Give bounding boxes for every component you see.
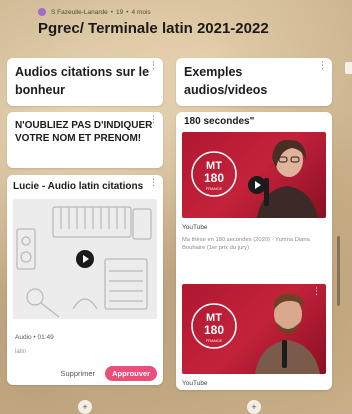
likes-count: 19	[116, 8, 124, 16]
board-header: S Fazeulle-Lanarde • 19 • 4 mois Pgrec/ …	[0, 0, 352, 50]
speaker-photo-icon	[255, 293, 320, 374]
more-menu-icon[interactable]: ⋮	[318, 61, 327, 70]
column-header-exemples[interactable]: Exemples audios/videos ⋮	[176, 58, 332, 106]
more-menu-icon[interactable]: ⋮	[149, 115, 158, 124]
post-note[interactable]: N'OUBLIEZ PAS D'INDIQUER VOTRE NOM ET PR…	[7, 112, 163, 168]
board-title: Pgrec/ Terminale latin 2021-2022	[38, 20, 269, 37]
more-menu-icon[interactable]: ⋮	[149, 178, 158, 187]
post-note-text: N'OUBLIEZ PAS D'INDIQUER VOTRE NOM ET PR…	[15, 120, 153, 144]
speaker-photo-icon	[257, 139, 318, 218]
play-icon[interactable]	[76, 250, 94, 268]
more-menu-icon[interactable]: ⋮	[312, 287, 321, 296]
moderation-actions: Supprimer Approuver	[7, 366, 163, 381]
add-post-button[interactable]: +	[78, 400, 92, 414]
author-avatar[interactable]	[38, 8, 46, 16]
logo-france: FRANCE	[206, 186, 223, 191]
post-audio[interactable]: Lucie - Audio latin citations ⋮ Audio • …	[7, 175, 163, 385]
author-name[interactable]: S Fazeulle-Lanarde	[51, 9, 108, 16]
post-heading: 180 secondes"	[184, 116, 255, 127]
video-thumbnail[interactable]: MT 180 FRANCE	[182, 132, 326, 218]
delete-button[interactable]: Supprimer	[56, 366, 99, 381]
post-title: Lucie - Audio latin citations	[13, 181, 144, 192]
next-column-edge[interactable]	[345, 62, 352, 74]
column-scrollbar[interactable]	[337, 236, 340, 306]
mt180-logo-icon: MT 180 FRANCE	[191, 151, 237, 197]
approve-button[interactable]: Approuver	[105, 366, 157, 381]
video-source: YouTube	[182, 224, 208, 231]
logo-180: 180	[204, 323, 224, 337]
time-ago: 4 mois	[131, 8, 151, 16]
audio-thumbnail[interactable]	[13, 199, 157, 319]
post-videos[interactable]: 180 secondes" MT 180 FRANCE YouTube Ma t…	[176, 112, 332, 390]
column-header-audios[interactable]: Audios citations sur le bonheur ⋮	[7, 58, 163, 106]
board-meta: S Fazeulle-Lanarde • 19 • 4 mois	[38, 8, 151, 16]
video-source: YouTube	[182, 380, 208, 387]
logo-180: 180	[204, 171, 224, 185]
column-title: Exemples audios/videos	[184, 65, 268, 97]
play-icon[interactable]	[248, 176, 266, 194]
column-title: Audios citations sur le bonheur	[15, 65, 150, 97]
logo-france: FRANCE	[206, 338, 223, 343]
video-thumbnail[interactable]: MT 180 FRANCE ⋮	[182, 284, 326, 374]
audio-meta: Audio • 01:49	[15, 334, 54, 341]
video-caption[interactable]: Ma thèse en 180 secondes (2020) - Yumna …	[182, 236, 326, 252]
mt180-logo-icon: MT 180 FRANCE	[191, 303, 237, 349]
post-subtitle: latin	[15, 349, 27, 355]
more-menu-icon[interactable]: ⋮	[149, 61, 158, 70]
add-post-button[interactable]: +	[247, 400, 261, 414]
